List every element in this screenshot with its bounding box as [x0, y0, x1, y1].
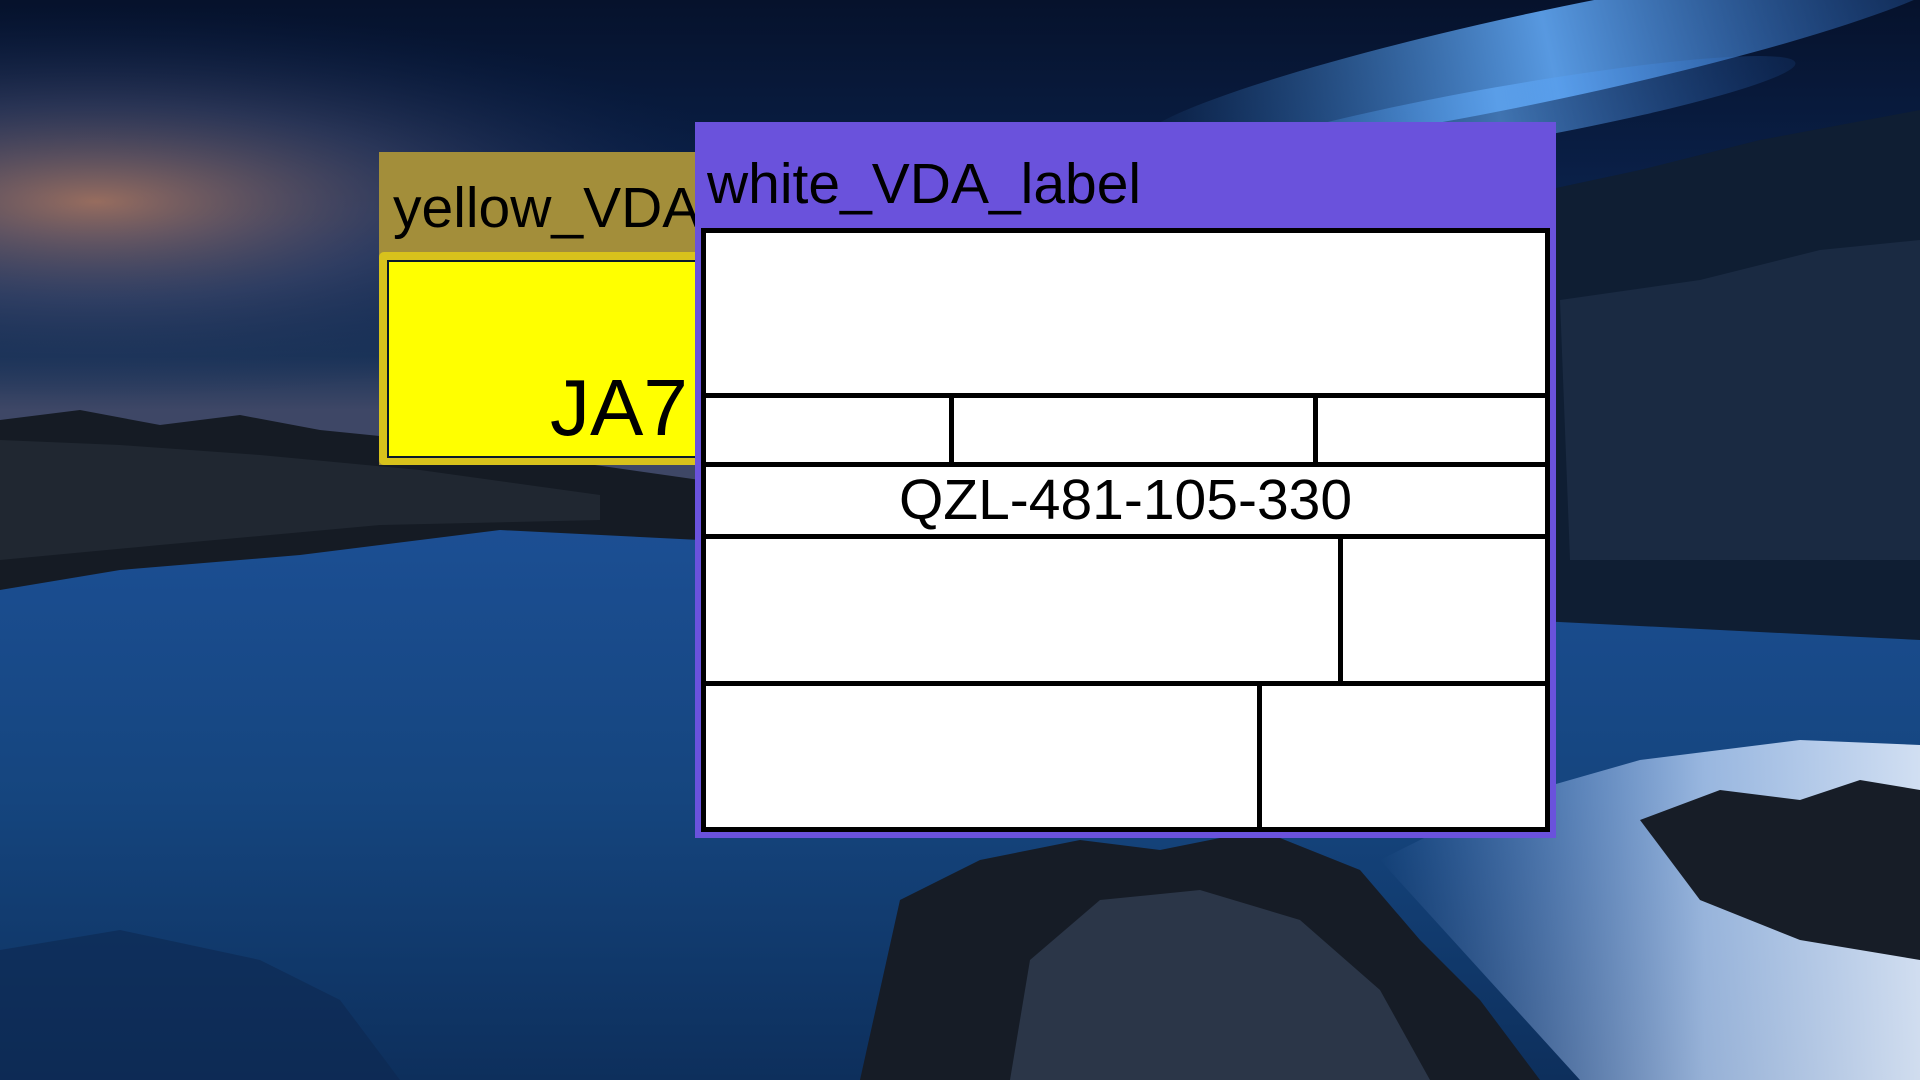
label-code-text: JA7 — [550, 363, 688, 452]
grid-divider — [706, 534, 1545, 539]
white-label-window[interactable]: white_VDA_label QZL-481-105-330 — [695, 122, 1556, 838]
grid-divider — [1338, 534, 1343, 686]
tracking-number: QZL-481-105-330 — [898, 468, 1353, 532]
grid-divider — [1313, 393, 1318, 467]
grid-divider — [706, 462, 1545, 467]
grid-divider — [706, 681, 1545, 686]
window-title: white_VDA_label — [707, 152, 1142, 216]
label-grid: QZL-481-105-330 — [701, 228, 1550, 832]
grid-divider — [706, 393, 1545, 398]
desktop: yellow_VDA_label JA7 white_VDA_label QZL… — [0, 0, 1920, 1080]
grid-divider — [1257, 681, 1262, 827]
grid-divider — [949, 393, 954, 467]
